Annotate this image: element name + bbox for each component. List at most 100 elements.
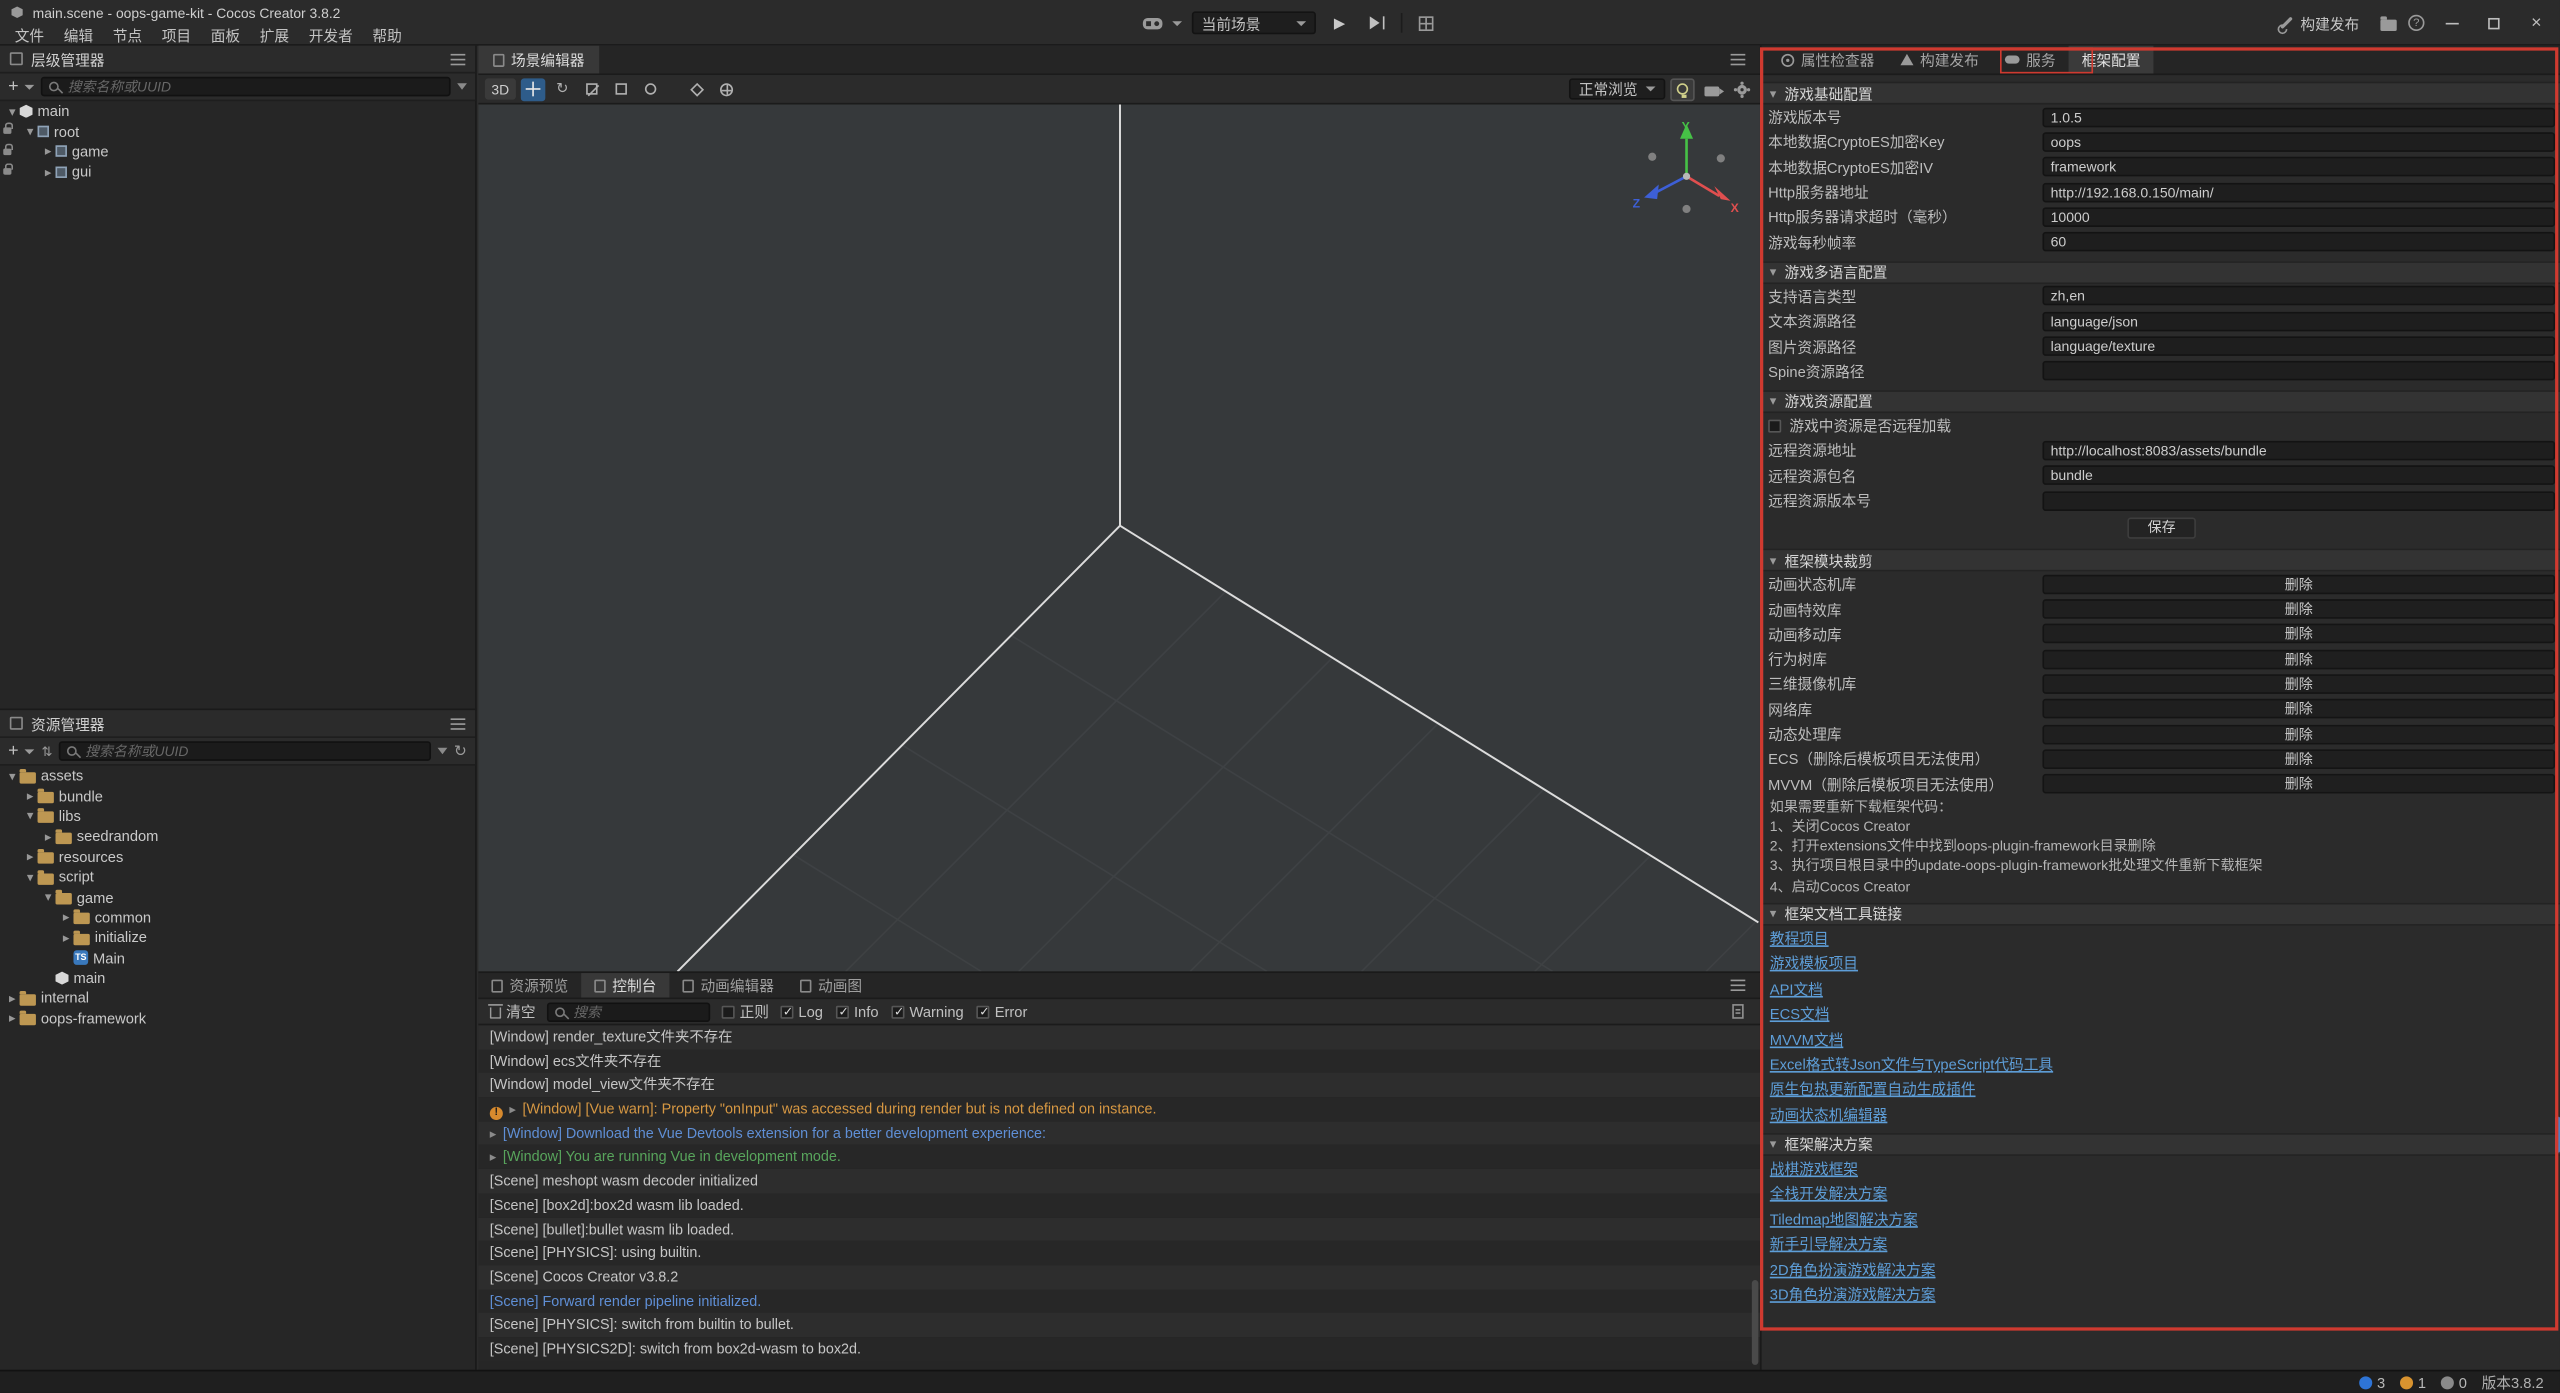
section-header-resource[interactable]: ▾游戏资源配置 — [1762, 390, 2560, 413]
link-MVVM文档[interactable]: MVVM文档 — [1770, 1028, 1843, 1049]
rect-tool-button[interactable] — [609, 78, 633, 101]
hierarchy-search-input[interactable] — [64, 77, 442, 97]
link-游戏模板项目[interactable]: 游戏模板项目 — [1770, 952, 1858, 973]
delete-button-动态处理库[interactable]: 删除 — [2042, 724, 2555, 744]
filter-Error[interactable]: Error — [977, 1003, 1028, 1019]
tree-row-gui[interactable]: ▸gui — [0, 162, 475, 182]
expand-arrow-icon[interactable]: ▸ — [490, 1150, 497, 1165]
add-asset-button[interactable]: + — [8, 744, 19, 759]
log-row[interactable]: [Window] model_view文件夹不存在 — [478, 1073, 1760, 1097]
link-Tiledmap地图解决方案[interactable]: Tiledmap地图解决方案 — [1770, 1208, 1918, 1229]
console-tab-控制台[interactable]: 控制台 — [581, 973, 669, 997]
field-input-游戏每秒帧率[interactable] — [2042, 232, 2555, 252]
camera-settings-button[interactable] — [1700, 78, 1724, 101]
minimize-button[interactable] — [2436, 8, 2467, 37]
console-tab-动画图[interactable]: 动画图 — [787, 973, 875, 997]
delete-button-三维摄像机库[interactable]: 删除 — [2042, 674, 2555, 694]
tree-row-assets[interactable]: ▾assets — [0, 766, 475, 786]
lighting-toggle-button[interactable] — [1670, 78, 1694, 101]
coordinate-toggle-button[interactable] — [715, 78, 739, 101]
section-header-modules[interactable]: ▾框架模块裁剪 — [1762, 549, 2560, 572]
lock-icon[interactable] — [3, 128, 11, 135]
menu-item-编辑[interactable]: 编辑 — [54, 23, 103, 47]
inspector-tab-框架配置[interactable]: 框架配置 — [2069, 46, 2154, 74]
log-row[interactable]: !▸[Window] [Vue warn]: Property "onInput… — [478, 1097, 1760, 1121]
link-原生包热更新配置自动生成插件[interactable]: 原生包热更新配置自动生成插件 — [1770, 1078, 1976, 1099]
link-3D角色扮演游戏解决方案[interactable]: 3D角色扮演游戏解决方案 — [1770, 1283, 1936, 1304]
tree-expand-arrow[interactable]: ▸ — [59, 910, 74, 925]
device-preview-icon[interactable] — [1143, 17, 1163, 28]
link-教程项目[interactable]: 教程项目 — [1770, 927, 1829, 948]
tree-row-root[interactable]: ▾root — [0, 121, 475, 141]
log-row[interactable]: ▸[Window] You are running Vue in develop… — [478, 1145, 1760, 1169]
field-input-本地数据CryptoES加密IV[interactable] — [2042, 157, 2555, 177]
tree-row-game[interactable]: ▸game — [0, 142, 475, 162]
field-input-Http服务器请求超时（毫秒）[interactable] — [2042, 207, 2555, 227]
log-row[interactable]: [Scene] [PHYSICS]: switch from builtin t… — [478, 1313, 1760, 1337]
export-log-icon[interactable] — [1732, 1004, 1743, 1019]
add-node-caret-icon[interactable] — [25, 84, 35, 89]
filter-icon[interactable] — [457, 83, 467, 90]
expand-arrow-icon[interactable]: ▸ — [509, 1102, 516, 1117]
tree-row-game[interactable]: ▾game — [0, 887, 475, 907]
link-全栈开发解决方案[interactable]: 全栈开发解决方案 — [1770, 1183, 1888, 1204]
log-row[interactable]: [Window] render_texture文件夹不存在 — [478, 1025, 1760, 1049]
checkbox-Error[interactable] — [977, 1005, 990, 1018]
tree-row-script[interactable]: ▾script — [0, 867, 475, 887]
section-header-solutions[interactable]: ▾框架解决方案 — [1762, 1133, 2560, 1156]
info-counter[interactable]: 3 — [2359, 1374, 2385, 1390]
help-icon[interactable] — [2408, 15, 2424, 31]
panel-menu-icon[interactable] — [451, 58, 466, 60]
log-row[interactable]: [Scene] Forward render pipeline initiali… — [478, 1289, 1760, 1313]
expand-arrow-icon[interactable]: ▸ — [490, 1126, 497, 1141]
tree-row-internal[interactable]: ▸internal — [0, 988, 475, 1008]
refresh-icon[interactable] — [454, 742, 467, 760]
log-row[interactable]: ▸[Window] Download the Vue Devtools exte… — [478, 1121, 1760, 1145]
console-tab-资源预览[interactable]: 资源预览 — [478, 973, 581, 997]
gizmo-tool-button[interactable] — [638, 78, 662, 101]
log-row[interactable]: [Scene] [bullet]:bullet wasm lib loaded. — [478, 1217, 1760, 1241]
console-search-input[interactable] — [570, 1002, 702, 1022]
link-API文档[interactable]: API文档 — [1770, 978, 1823, 999]
tree-row-main[interactable]: ▾main — [0, 101, 475, 121]
field-input-Http服务器地址[interactable] — [2042, 182, 2555, 202]
tree-expand-arrow[interactable]: ▸ — [23, 789, 38, 804]
checkbox-Info[interactable] — [836, 1005, 849, 1018]
field-input-游戏版本号[interactable] — [2042, 107, 2555, 127]
build-publish-button[interactable]: 构建发布 — [2279, 12, 2359, 33]
field-input-Spine资源路径[interactable] — [2042, 361, 2555, 381]
view-mode-select[interactable]: 正常浏览 — [1569, 78, 1665, 99]
log-row[interactable]: [Scene] meshopt wasm decoder initialized — [478, 1169, 1760, 1193]
tab-scene-editor[interactable]: 场景编辑器 — [478, 46, 599, 74]
section-header-docs[interactable]: ▾框架文档工具链接 — [1762, 902, 2560, 925]
checkbox-Warning[interactable] — [892, 1005, 905, 1018]
menu-item-帮助[interactable]: 帮助 — [363, 23, 412, 47]
assets-search-input[interactable] — [82, 741, 423, 761]
tree-expand-arrow[interactable]: ▾ — [23, 870, 38, 885]
current-scene-select[interactable]: 当前场景 — [1192, 11, 1316, 34]
log-row[interactable]: [Scene] [PHYSICS]: using builtin. — [478, 1241, 1760, 1265]
delete-button-动画状态机库[interactable]: 删除 — [2042, 574, 2555, 594]
field-input-图片资源路径[interactable] — [2042, 336, 2555, 356]
add-node-button[interactable]: + — [8, 79, 19, 94]
section-header-language[interactable]: ▾游戏多语言配置 — [1762, 261, 2560, 284]
tree-row-resources[interactable]: ▸resources — [0, 847, 475, 867]
pivot-toggle-button[interactable] — [686, 78, 710, 101]
inspector-tab-构建发布[interactable]: 构建发布 — [1887, 46, 1992, 74]
play-button[interactable] — [1326, 10, 1354, 36]
clear-console-button[interactable]: 清空 — [490, 1001, 536, 1022]
menu-item-文件[interactable]: 文件 — [5, 23, 54, 47]
log-row[interactable]: [Scene] Cocos Creator v3.8.2 — [478, 1265, 1760, 1289]
delete-button-动画移动库[interactable]: 删除 — [2042, 624, 2555, 644]
link-战棋游戏框架[interactable]: 战棋游戏框架 — [1770, 1158, 1858, 1179]
tree-expand-arrow[interactable]: ▾ — [23, 809, 38, 824]
inspector-scrollbar-thumb[interactable] — [2555, 1117, 2560, 1153]
save-button[interactable]: 保存 — [2127, 517, 2196, 538]
tree-expand-arrow[interactable]: ▾ — [5, 104, 20, 119]
checkbox-Log[interactable] — [780, 1005, 793, 1018]
tree-row-main[interactable]: main — [0, 968, 475, 988]
delete-button-动画特效库[interactable]: 删除 — [2042, 599, 2555, 619]
tree-expand-arrow[interactable]: ▸ — [5, 1011, 20, 1026]
log-row[interactable]: [Window] ecs文件夹不存在 — [478, 1049, 1760, 1073]
layout-button[interactable] — [1412, 10, 1440, 36]
